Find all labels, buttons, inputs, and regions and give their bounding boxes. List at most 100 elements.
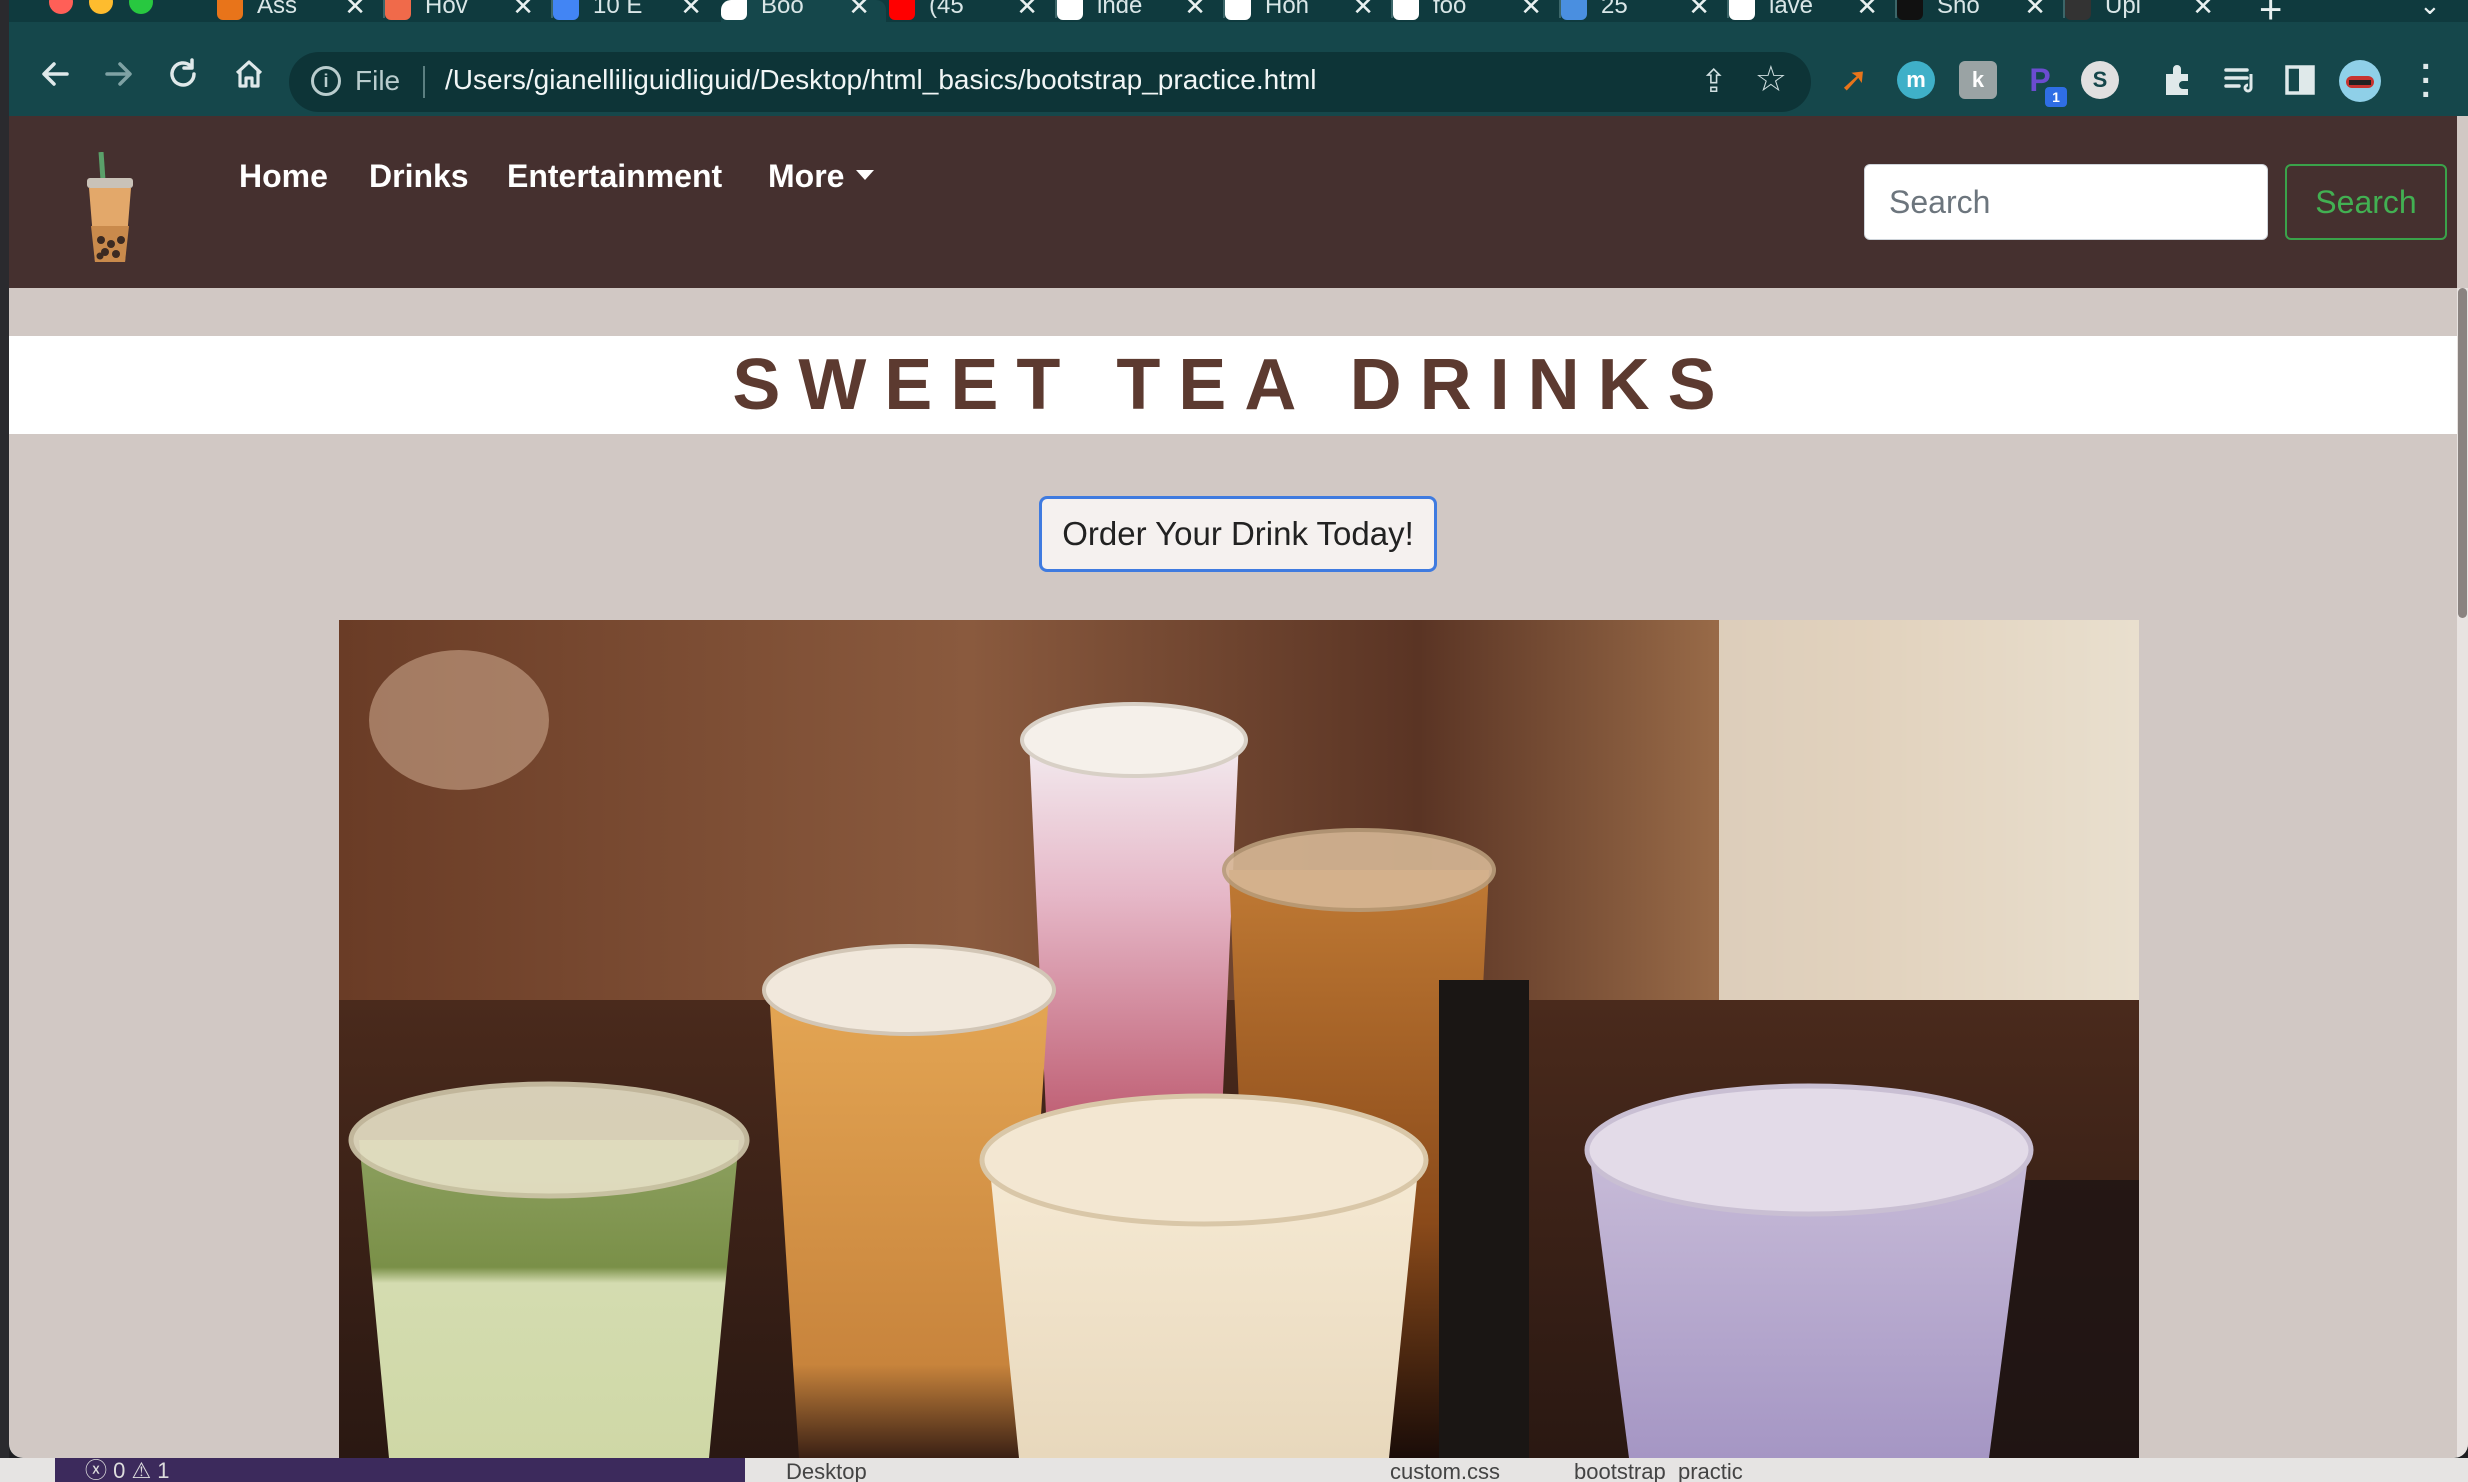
hero-drinks-image (339, 620, 2139, 1458)
tab-separator (551, 0, 553, 18)
bookmark-star-icon[interactable]: ☆ (1755, 58, 1787, 100)
tab-favicon-icon (1561, 0, 1587, 20)
desktop-label[interactable]: Desktop (786, 1458, 867, 1482)
tab-separator (383, 0, 385, 18)
browser-tab[interactable]: (45 ✕ (889, 0, 1054, 22)
search-button[interactable]: Search (2285, 164, 2447, 240)
tab-close-icon[interactable]: ✕ (512, 0, 534, 22)
browser-tab[interactable]: 25 ✕ (1561, 0, 1726, 22)
tab-favicon-icon (1393, 0, 1419, 20)
editor-tab-bootstrap[interactable]: bootstrap_practic (1574, 1458, 1743, 1482)
tab-title: Upl (2105, 0, 2142, 19)
close-window-button[interactable] (49, 0, 73, 14)
tab-separator (1727, 0, 1729, 18)
site-navbar: Home Drinks Entertainment More Search Se… (9, 116, 2457, 288)
tab-close-icon[interactable]: ✕ (2192, 0, 2214, 22)
tab-favicon-icon (1057, 0, 1083, 20)
site-info-icon[interactable]: i (311, 66, 341, 96)
tab-separator (1391, 0, 1393, 18)
url-text[interactable]: /Users/gianelliliguidliguid/Desktop/html… (445, 64, 1317, 96)
tab-title: Boo (761, 0, 804, 19)
browser-window: Ass ✕ Hov ✕ 10 E ✕ Boo ✕ (45 ✕ inde ✕ Hon ✕ foo ✕ 25 ✕ lav… (9, 0, 2468, 1458)
tab-close-icon[interactable]: ✕ (1184, 0, 1206, 22)
browser-tab[interactable]: foo ✕ (1393, 0, 1558, 22)
browser-tab[interactable]: Sho ✕ (1897, 0, 2062, 22)
back-icon[interactable] (37, 56, 73, 92)
tab-favicon-icon (1729, 0, 1755, 20)
extensions-puzzle-icon[interactable] (2161, 62, 2195, 98)
arrow-extension-icon[interactable]: ➚ (1835, 61, 1873, 99)
tab-favicon-icon (2065, 0, 2091, 20)
page-viewport: Home Drinks Entertainment More Search Se… (9, 116, 2468, 1458)
minimize-window-button[interactable] (89, 0, 113, 14)
tab-title: Hon (1265, 0, 1310, 19)
page-title: SWEET TEA DRINKS (732, 345, 1734, 425)
nav-entertainment-link[interactable]: Entertainment (507, 158, 722, 195)
tab-title: (45 (929, 0, 964, 19)
forward-icon[interactable] (101, 56, 137, 92)
editor-status-bar: ⓧ 0 ⚠ 1 Desktop custom.css bootstrap_pra… (0, 1458, 2468, 1482)
tab-search-icon[interactable]: ⌄ (2419, 0, 2441, 21)
tab-close-icon[interactable]: ✕ (1352, 0, 1374, 22)
tab-title: lave (1769, 0, 1814, 19)
browser-tab[interactable]: Ass ✕ (217, 0, 382, 22)
s-extension-icon[interactable]: S (2081, 61, 2119, 99)
browser-menu-icon[interactable]: · · · (2421, 50, 2432, 112)
tab-favicon-icon (385, 0, 411, 20)
editor-tab-custom-css[interactable]: custom.css (1390, 1458, 1500, 1482)
reading-list-icon[interactable] (2223, 64, 2257, 96)
tab-close-icon[interactable]: ✕ (848, 0, 870, 22)
k-extension-icon[interactable]: k (1959, 61, 1997, 99)
browser-tab[interactable]: Boo ✕ (721, 0, 886, 22)
maximize-window-button[interactable] (129, 0, 153, 14)
nav-drinks-link[interactable]: Drinks (369, 158, 469, 195)
title-band: SWEET TEA DRINKS (9, 336, 2457, 434)
boba-logo-icon[interactable] (79, 152, 141, 264)
search-input[interactable]: Search (1864, 164, 2268, 240)
tab-title: Sho (1937, 0, 1980, 19)
p-extension-icon[interactable]: P1 (2021, 61, 2067, 107)
tab-close-icon[interactable]: ✕ (680, 0, 702, 22)
address-bar[interactable]: i File /Users/gianelliliguidliguid/Deskt… (289, 52, 1811, 112)
tab-favicon-icon (1225, 0, 1251, 20)
tab-favicon-icon (889, 0, 915, 20)
browser-tab[interactable]: lave ✕ (1729, 0, 1894, 22)
tab-separator (1559, 0, 1561, 18)
page-scrollbar[interactable] (2457, 288, 2468, 1458)
tab-favicon-icon (721, 0, 747, 20)
tab-title: Hov (425, 0, 468, 19)
caret-down-icon (856, 169, 875, 180)
tab-close-icon[interactable]: ✕ (1016, 0, 1038, 22)
tab-favicon-icon (1897, 0, 1923, 20)
tab-title: 25 (1601, 0, 1628, 19)
tab-title: 10 E (593, 0, 643, 19)
nav-home-link[interactable]: Home (239, 158, 328, 195)
scrollbar-thumb[interactable] (2458, 288, 2467, 618)
share-icon[interactable]: ⇪ (1700, 62, 1727, 100)
omnibox-divider (423, 66, 425, 98)
tab-close-icon[interactable]: ✕ (1688, 0, 1710, 22)
side-panel-icon[interactable] (2285, 64, 2315, 96)
m-extension-icon[interactable]: m (1897, 61, 1935, 99)
home-icon[interactable] (231, 56, 267, 92)
tab-title: Ass (257, 0, 298, 19)
reload-icon[interactable] (165, 56, 201, 92)
scheme-label: File (355, 65, 401, 96)
tab-close-icon[interactable]: ✕ (1520, 0, 1542, 22)
tab-close-icon[interactable]: ✕ (2024, 0, 2046, 22)
tab-separator (1895, 0, 1897, 18)
profile-avatar[interactable] (2339, 60, 2381, 102)
browser-tab[interactable]: Upl ✕ (2065, 0, 2230, 22)
tab-strip: Ass ✕ Hov ✕ 10 E ✕ Boo ✕ (45 ✕ inde ✕ Hon ✕ foo ✕ 25 ✕ lav… (9, 0, 2468, 32)
tab-close-icon[interactable]: ✕ (344, 0, 366, 22)
order-drink-button[interactable]: Order Your Drink Today! (1039, 496, 1437, 572)
browser-tab[interactable]: Hon ✕ (1225, 0, 1390, 22)
tab-separator (2063, 0, 2065, 18)
tab-favicon-icon (553, 0, 579, 20)
problems-status[interactable]: ⓧ 0 ⚠ 1 (55, 1458, 745, 1482)
browser-tab[interactable]: Hov ✕ (385, 0, 550, 22)
tab-close-icon[interactable]: ✕ (1856, 0, 1878, 22)
browser-tab[interactable]: inde ✕ (1057, 0, 1222, 22)
nav-more-dropdown[interactable]: More (768, 158, 875, 195)
browser-tab[interactable]: 10 E ✕ (553, 0, 718, 22)
